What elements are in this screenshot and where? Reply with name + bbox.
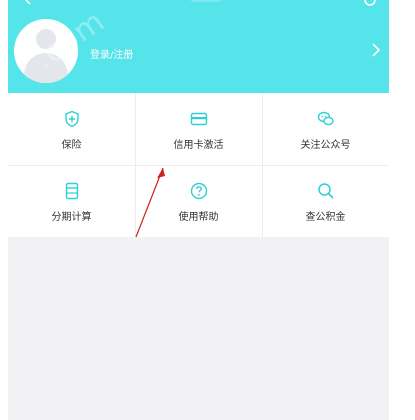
chevron-right-icon[interactable] bbox=[369, 43, 383, 57]
app-screen: 登录/注册 .com 保险 信用卡激活 关注公众号 分期计算 使用帮助 查公积金 bbox=[8, 0, 389, 420]
grid-item-label: 关注公众号 bbox=[300, 140, 351, 151]
grid-item-insurance[interactable]: 保险 bbox=[8, 93, 135, 165]
grid-item-label: 查公积金 bbox=[305, 212, 346, 223]
grid-item-follow-account[interactable]: 关注公众号 bbox=[262, 93, 389, 165]
back-icon[interactable] bbox=[22, 0, 34, 6]
wechat-icon bbox=[317, 111, 334, 126]
grid-item-installment-calc[interactable]: 分期计算 bbox=[8, 165, 135, 237]
grid-item-label: 信用卡激活 bbox=[173, 140, 224, 151]
page-title bbox=[191, 0, 221, 2]
profile-header: 登录/注册 .com bbox=[8, 0, 389, 93]
shield-plus-icon bbox=[64, 110, 79, 128]
grid-item-label: 使用帮助 bbox=[178, 212, 219, 223]
grid-item-housing-fund[interactable]: 查公积金 bbox=[262, 165, 389, 237]
screenshot-frame: 登录/注册 .com 保险 信用卡激活 关注公众号 分期计算 使用帮助 查公积金 bbox=[0, 0, 415, 420]
settings-icon[interactable] bbox=[363, 0, 377, 7]
feature-grid: 保险 信用卡激活 关注公众号 分期计算 使用帮助 查公积金 bbox=[8, 93, 389, 237]
grid-item-card-activation[interactable]: 信用卡激活 bbox=[135, 93, 262, 165]
search-icon bbox=[317, 183, 334, 199]
credit-card-icon bbox=[190, 112, 207, 126]
grid-item-help[interactable]: 使用帮助 bbox=[135, 165, 262, 237]
grid-item-label: 分期计算 bbox=[51, 212, 92, 223]
login-register-link[interactable]: 登录/注册 bbox=[90, 46, 133, 61]
calculator-icon bbox=[65, 182, 78, 200]
help-icon bbox=[190, 182, 207, 200]
grid-item-label: 保险 bbox=[61, 140, 82, 151]
